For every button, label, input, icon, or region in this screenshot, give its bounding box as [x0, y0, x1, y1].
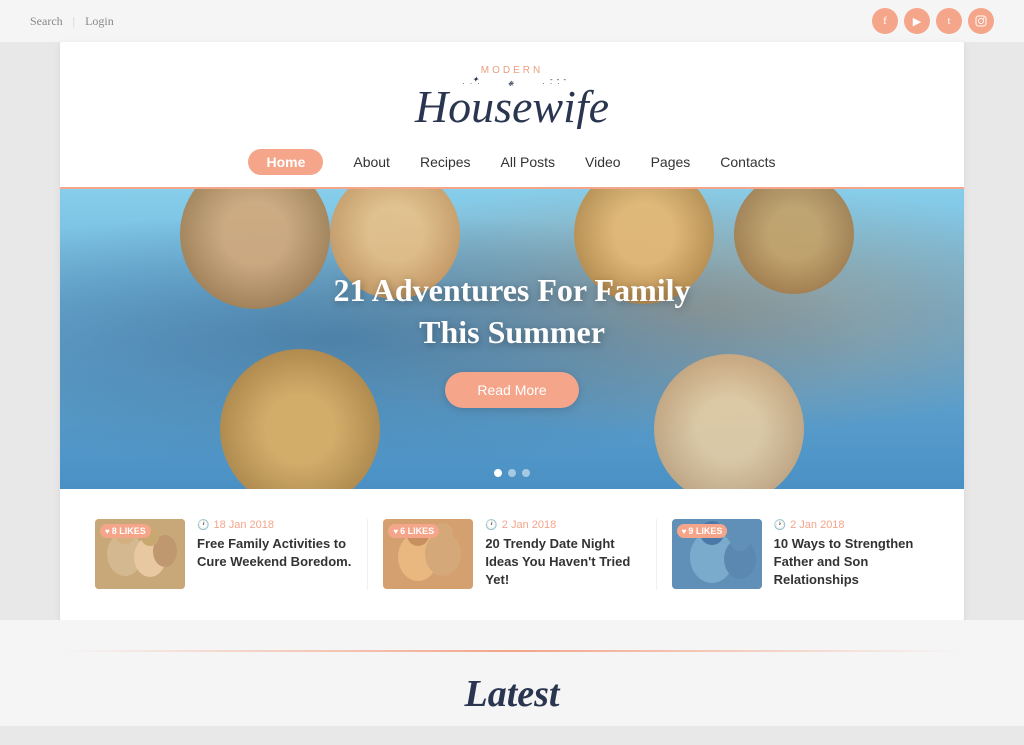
site-header: modern Housewife · · · ❋ · · · Home Abou… — [60, 42, 964, 189]
main-container: modern Housewife · · · ❋ · · · Home Abou… — [60, 42, 964, 620]
post-item-3: ♥ 9 LIKES 🕐 2 Jan 2018 10 Ways to Streng… — [657, 519, 944, 590]
post-meta-3: 🕐 2 Jan 2018 10 Ways to Strengthen Fathe… — [774, 519, 929, 590]
svg-text:· · ·: · · · — [543, 80, 562, 88]
post-thumbnail-2[interactable]: ♥ 6 LIKES — [383, 519, 473, 589]
posts-row: ♥ 8 LIKES 🕐 18 Jan 2018 Free Family Acti… — [60, 489, 964, 620]
post-meta-2: 🕐 2 Jan 2018 20 Trendy Date Night Ideas … — [485, 519, 640, 590]
hero-title: 21 Adventures For Family This Summer — [333, 270, 690, 353]
search-link[interactable]: Search — [30, 14, 63, 29]
hero-read-more-button[interactable]: Read More — [445, 372, 578, 408]
likes-badge-3: ♥ 9 LIKES — [677, 524, 728, 538]
nav-contacts[interactable]: Contacts — [720, 154, 775, 170]
svg-text:· · ·: · · · — [463, 80, 482, 88]
top-bar-links: Search | Login — [30, 14, 114, 29]
youtube-icon[interactable]: ▶ — [904, 8, 930, 34]
post-meta-1: 🕐 18 Jan 2018 Free Family Activities to … — [197, 519, 352, 571]
facebook-icon[interactable]: f — [872, 8, 898, 34]
nav-all-posts[interactable]: All Posts — [501, 154, 555, 170]
likes-badge-2: ♥ 6 LIKES — [388, 524, 439, 538]
nav-home[interactable]: Home — [248, 149, 323, 175]
post-item-1: ♥ 8 LIKES 🕐 18 Jan 2018 Free Family Acti… — [80, 519, 368, 590]
nav-pages[interactable]: Pages — [651, 154, 691, 170]
divider: | — [73, 14, 75, 29]
nav-about[interactable]: About — [353, 154, 390, 170]
top-bar: Search | Login f ▶ t — [0, 0, 1024, 42]
svg-text:❋: ❋ — [508, 80, 517, 88]
site-logo: modern Housewife · · · ❋ · · · — [412, 65, 612, 129]
svg-text:Housewife: Housewife — [414, 81, 609, 129]
instagram-icon[interactable] — [968, 8, 994, 34]
hero-dot-1[interactable] — [494, 469, 502, 477]
post-thumbnail-3[interactable]: ♥ 9 LIKES — [672, 519, 762, 589]
social-icons: f ▶ t — [872, 8, 994, 34]
post-thumbnail-1[interactable]: ♥ 8 LIKES — [95, 519, 185, 589]
post-date-1: 🕐 18 Jan 2018 — [197, 519, 352, 531]
hero-section: 21 Adventures For Family This Summer Rea… — [60, 189, 964, 489]
nav-recipes[interactable]: Recipes — [420, 154, 471, 170]
twitter-icon[interactable]: t — [936, 8, 962, 34]
nav-video[interactable]: Video — [585, 154, 621, 170]
post-title-1[interactable]: Free Family Activities to Cure Weekend B… — [197, 535, 352, 571]
post-title-2[interactable]: 20 Trendy Date Night Ideas You Haven't T… — [485, 535, 640, 590]
logo-main: Housewife · · · ❋ · · · — [412, 74, 612, 129]
post-item-2: ♥ 6 LIKES 🕐 2 Jan 2018 20 Trendy Date Ni… — [368, 519, 656, 590]
login-link[interactable]: Login — [85, 14, 114, 29]
likes-badge-1: ♥ 8 LIKES — [100, 524, 151, 538]
hero-dots — [494, 469, 530, 477]
main-nav: Home About Recipes All Posts Video Pages… — [60, 137, 964, 187]
footer-divider — [60, 650, 964, 652]
post-date-2: 🕐 2 Jan 2018 — [485, 519, 640, 531]
footer-section: Latest — [0, 620, 1024, 726]
latest-title: Latest — [0, 672, 1024, 716]
post-date-3: 🕐 2 Jan 2018 — [774, 519, 929, 531]
hero-dot-3[interactable] — [522, 469, 530, 477]
hero-content: 21 Adventures For Family This Summer Rea… — [333, 270, 690, 407]
post-title-3[interactable]: 10 Ways to Strengthen Father and Son Rel… — [774, 535, 929, 590]
hero-dot-2[interactable] — [508, 469, 516, 477]
